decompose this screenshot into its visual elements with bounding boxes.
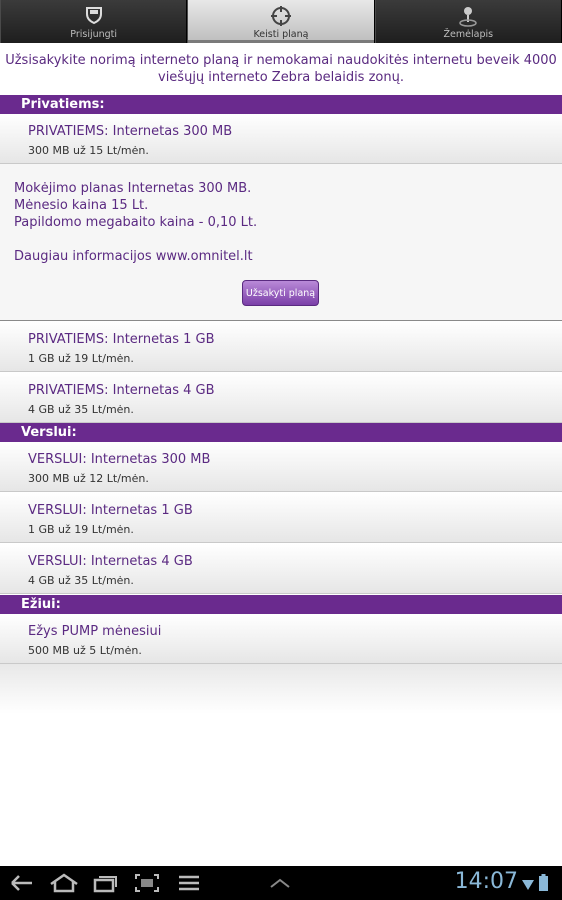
system-bar: 14:07 <box>0 866 562 900</box>
shield-icon <box>84 5 104 28</box>
map-pin-icon <box>458 5 478 30</box>
tab-label: Prisijungti <box>70 29 118 40</box>
plan-details: Mokėjimo planas Internetas 300 MB. Mėnes… <box>0 164 562 321</box>
details-line: Mėnesio kaina 15 Lt. <box>14 198 149 213</box>
plan-item[interactable]: Ežys PUMP mėnesiui 500 MB už 5 Lt/mėn. <box>0 614 562 664</box>
recent-apps-icon[interactable] <box>93 873 119 897</box>
plan-item[interactable]: VERSLUI: Internetas 1 GB 1 GB už 19 Lt/m… <box>0 493 562 543</box>
details-line: Papildomo megabaito kaina - 0,10 Lt. <box>14 215 258 230</box>
section-header-verslui: Verslui: <box>0 423 562 442</box>
tab-zemelapis[interactable]: Žemėlapis <box>374 0 562 43</box>
plan-title: VERSLUI: Internetas 300 MB <box>28 452 211 467</box>
plan-title: PRIVATIEMS: Internetas 4 GB <box>28 383 215 398</box>
target-icon <box>270 5 292 30</box>
plan-item[interactable]: PRIVATIEMS: Internetas 1 GB 1 GB už 19 L… <box>0 322 562 372</box>
tab-keisti-plana[interactable]: Keisti planą <box>187 0 375 43</box>
clock: 14:07 <box>454 869 518 894</box>
details-line: Mokėjimo planas Internetas 300 MB. <box>14 181 252 196</box>
plan-title: PRIVATIEMS: Internetas 300 MB <box>28 124 233 139</box>
plan-subtitle: 1 GB už 19 Lt/mėn. <box>28 352 134 365</box>
plan-item[interactable]: PRIVATIEMS: Internetas 300 MB 300 MB už … <box>0 114 562 164</box>
menu-icon[interactable] <box>177 873 201 897</box>
plan-item[interactable]: PRIVATIEMS: Internetas 4 GB 4 GB už 35 L… <box>0 373 562 423</box>
plan-subtitle: 300 MB už 15 Lt/mėn. <box>28 144 149 157</box>
screenshot-icon[interactable] <box>134 873 160 897</box>
wifi-icon <box>521 876 535 895</box>
plan-item[interactable]: VERSLUI: Internetas 4 GB 4 GB už 35 Lt/m… <box>0 544 562 594</box>
up-chevron-icon[interactable] <box>268 873 292 897</box>
section-header-privatiems: Privatiems: <box>0 95 562 114</box>
tab-prisijungti[interactable]: Prisijungti <box>0 0 188 43</box>
list-end-fade <box>0 664 562 714</box>
intro-text: Užsisakykite norimą interneto planą ir n… <box>0 43 562 95</box>
back-icon[interactable] <box>8 873 36 897</box>
plan-subtitle: 4 GB už 35 Lt/mėn. <box>28 403 134 416</box>
plan-title: VERSLUI: Internetas 1 GB <box>28 503 193 518</box>
plan-item[interactable]: VERSLUI: Internetas 300 MB 300 MB už 12 … <box>0 442 562 492</box>
top-tab-bar: Prisijungti Keisti planą Žemėlapis <box>0 0 562 43</box>
plan-subtitle: 1 GB už 19 Lt/mėn. <box>28 523 134 536</box>
details-info-link[interactable]: Daugiau informacijos www.omnitel.lt <box>14 249 253 264</box>
plan-subtitle: 300 MB už 12 Lt/mėn. <box>28 472 149 485</box>
tab-label: Žemėlapis <box>443 29 494 40</box>
plan-title: PRIVATIEMS: Internetas 1 GB <box>28 332 215 347</box>
plan-subtitle: 4 GB už 35 Lt/mėn. <box>28 574 134 587</box>
home-icon[interactable] <box>48 873 80 897</box>
tab-label: Keisti planą <box>253 29 309 40</box>
section-header-eziui: Ežiui: <box>0 595 562 614</box>
plan-subtitle: 500 MB už 5 Lt/mėn. <box>28 644 142 657</box>
order-plan-button[interactable]: Užsakyti planą <box>242 280 319 306</box>
plan-title: VERSLUI: Internetas 4 GB <box>28 554 193 569</box>
plan-title: Ežys PUMP mėnesiui <box>28 624 162 639</box>
battery-icon <box>539 874 548 895</box>
